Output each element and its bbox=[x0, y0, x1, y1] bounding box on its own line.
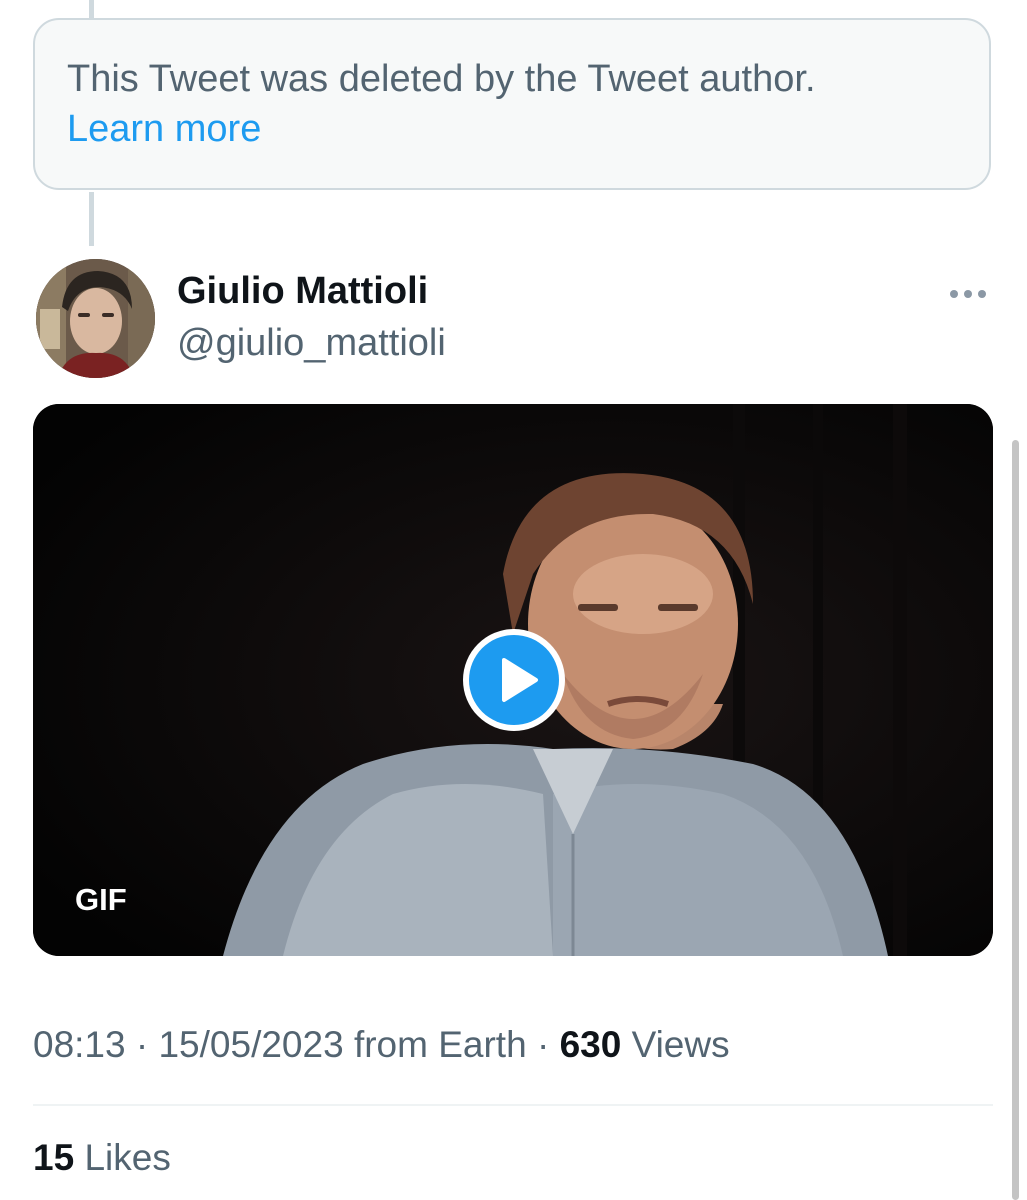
tweet-source: from Earth bbox=[353, 1024, 527, 1065]
avatar-photo bbox=[36, 259, 155, 378]
deleted-tweet-notice: This Tweet was deleted by the Tweet auth… bbox=[33, 18, 991, 190]
tweet-detail-page: This Tweet was deleted by the Tweet auth… bbox=[0, 0, 1027, 1200]
tweet-time[interactable]: 08:13 bbox=[33, 1024, 126, 1065]
play-icon bbox=[463, 629, 565, 731]
scrollbar[interactable] bbox=[1012, 440, 1019, 1200]
author-name[interactable]: Giulio Mattioli bbox=[177, 270, 428, 313]
gif-badge: GIF bbox=[75, 882, 127, 917]
meta-separator: · bbox=[536, 1024, 550, 1065]
tweet-date[interactable]: 15/05/2023 bbox=[158, 1024, 343, 1065]
learn-more-link[interactable]: Learn more bbox=[67, 104, 261, 154]
author-handle[interactable]: @giulio_mattioli bbox=[177, 322, 446, 365]
divider bbox=[33, 1104, 993, 1106]
likes-label: Likes bbox=[84, 1137, 171, 1178]
avatar[interactable] bbox=[36, 259, 155, 378]
likes-stat[interactable]: 15 Likes bbox=[33, 1137, 171, 1179]
views-label: Views bbox=[631, 1024, 730, 1065]
thread-connector-line bbox=[89, 0, 94, 18]
deleted-notice-text: This Tweet was deleted by the Tweet auth… bbox=[67, 58, 816, 100]
more-options-button[interactable] bbox=[944, 278, 992, 310]
likes-count: 15 bbox=[33, 1137, 75, 1178]
play-button[interactable] bbox=[460, 626, 568, 734]
thread-connector-line bbox=[89, 192, 94, 246]
tweet-meta-line: 08:13 · 15/05/2023 from Earth · 630 View… bbox=[33, 1024, 730, 1066]
meta-separator: · bbox=[135, 1024, 149, 1065]
more-dots-icon bbox=[950, 290, 986, 298]
views-count: 630 bbox=[559, 1024, 622, 1065]
